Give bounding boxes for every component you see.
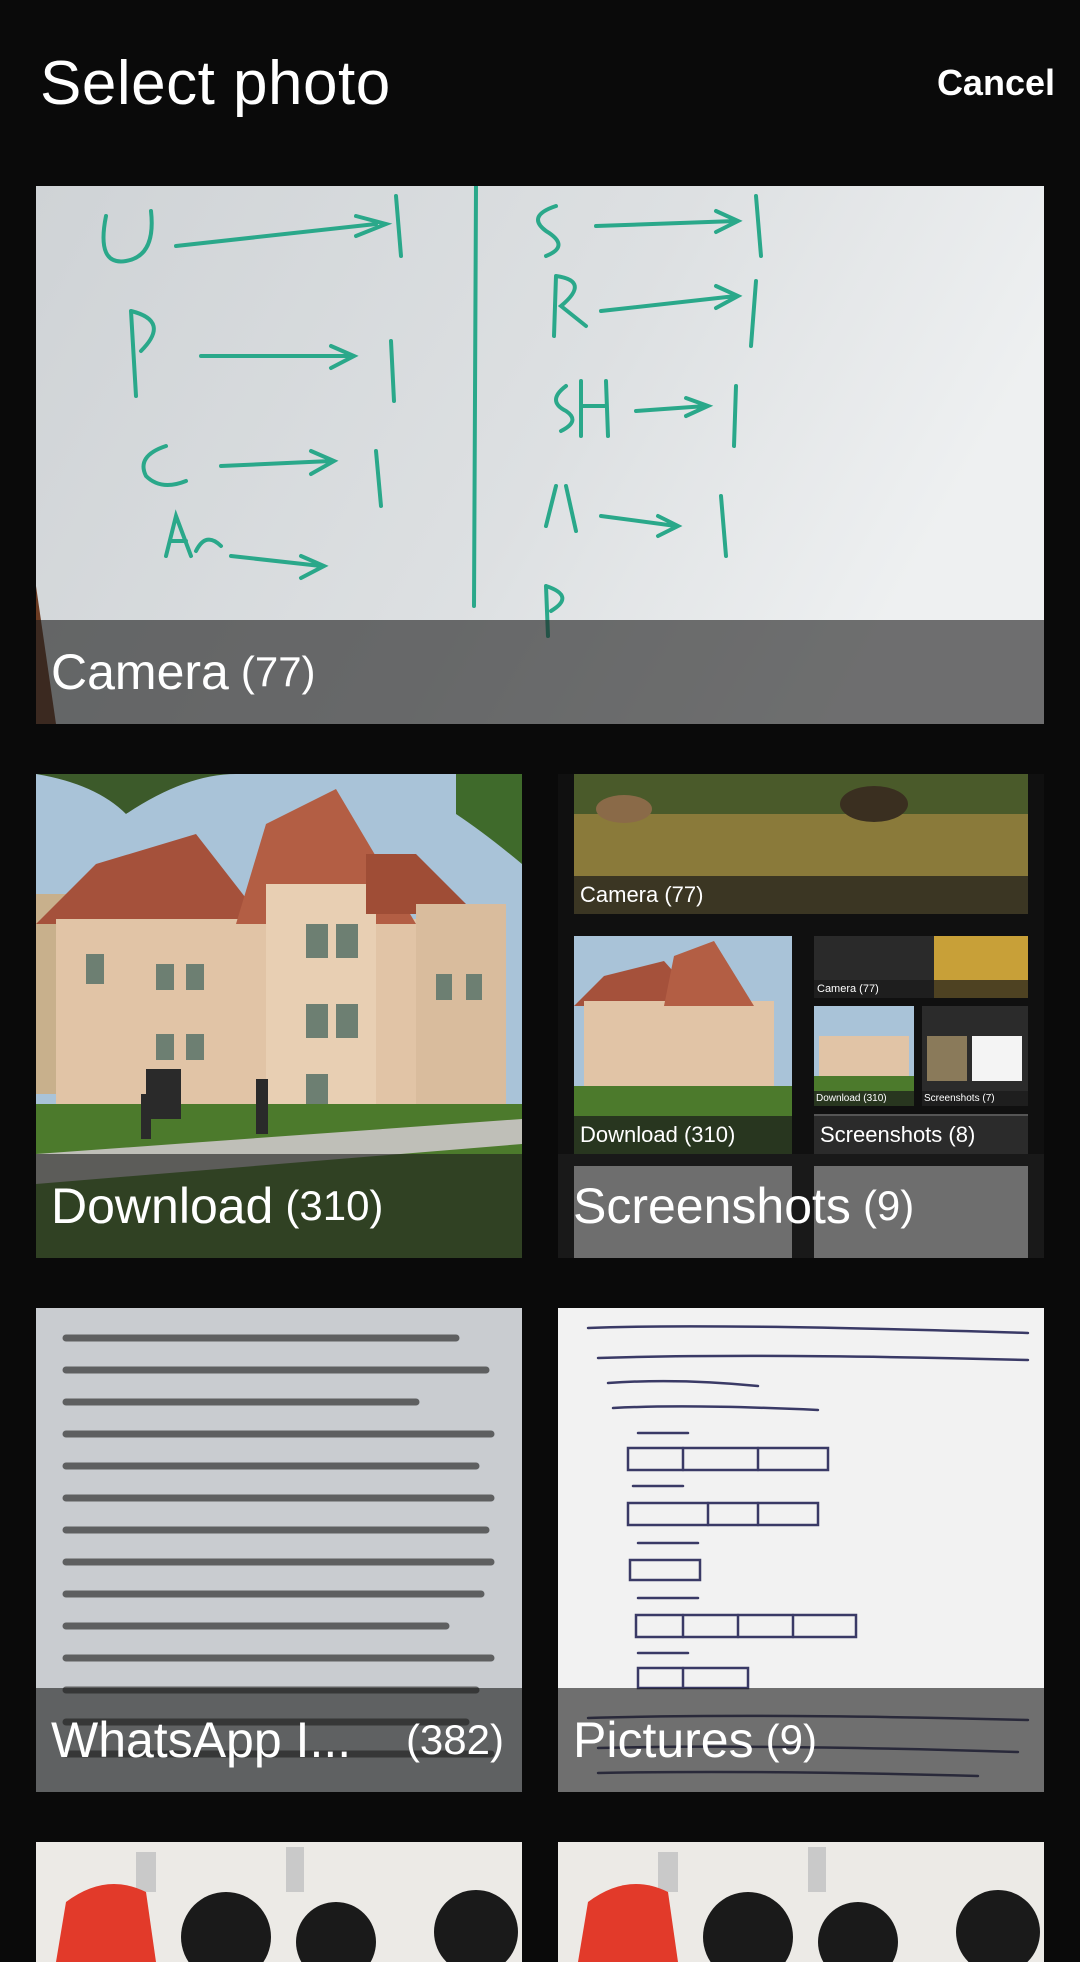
album-camera[interactable]: Camera (77)	[36, 186, 1044, 724]
album-count: (9)	[862, 1182, 915, 1229]
collage-label: Download (310)	[814, 1091, 914, 1106]
album-label: WhatsApp I... (382)	[36, 1688, 522, 1792]
album-partial-right[interactable]	[558, 1842, 1044, 1962]
collage-camera: Camera (77)	[574, 774, 1028, 914]
album-name: Screenshots	[573, 1178, 851, 1234]
album-count: (77)	[240, 648, 316, 695]
album-name: Pictures	[573, 1712, 754, 1768]
collage-tiny-camera: Camera (77)	[814, 936, 1028, 998]
album-whatsapp[interactable]: WhatsApp I... (382)	[36, 1308, 522, 1792]
album-count: (310)	[285, 1182, 384, 1229]
album-label: Screenshots (9)	[558, 1154, 1044, 1258]
album-pictures[interactable]: Pictures (9)	[558, 1308, 1044, 1792]
album-screenshots[interactable]: Camera (77) Download (310) Camera (77) D…	[558, 774, 1044, 1258]
collage-screenshots-label: Screenshots (8)	[814, 1114, 1028, 1154]
album-count: (9)	[765, 1716, 817, 1763]
album-label: Pictures (9)	[558, 1688, 1044, 1792]
page-title: Select photo	[40, 49, 391, 118]
album-name: Download	[51, 1178, 274, 1234]
collage-label: Screenshots (8)	[814, 1116, 1028, 1154]
album-thumbnail	[558, 1842, 1044, 1962]
collage-tiny-download: Download (310)	[814, 1006, 914, 1106]
album-name: Camera	[51, 644, 229, 700]
album-partial-left[interactable]	[36, 1842, 522, 1962]
album-count: (382)	[405, 1716, 504, 1763]
collage-label: Camera (77)	[574, 876, 1028, 914]
collage-label: Download (310)	[574, 1116, 792, 1154]
album-label: Camera (77)	[36, 620, 1044, 724]
album-label: Download (310)	[36, 1154, 522, 1258]
collage-tiny-screenshots: Screenshots (7)	[922, 1006, 1028, 1106]
album-download[interactable]: Download (310)	[36, 774, 522, 1258]
album-thumbnail	[36, 1842, 522, 1962]
album-name: WhatsApp I...	[51, 1712, 352, 1768]
app-header: Select photo Cancel	[0, 0, 1080, 180]
cancel-button[interactable]: Cancel	[937, 62, 1055, 104]
collage-label: Screenshots (7)	[922, 1091, 1028, 1106]
collage-label: Camera (77)	[814, 980, 1028, 998]
collage-download: Download (310)	[574, 936, 792, 1154]
